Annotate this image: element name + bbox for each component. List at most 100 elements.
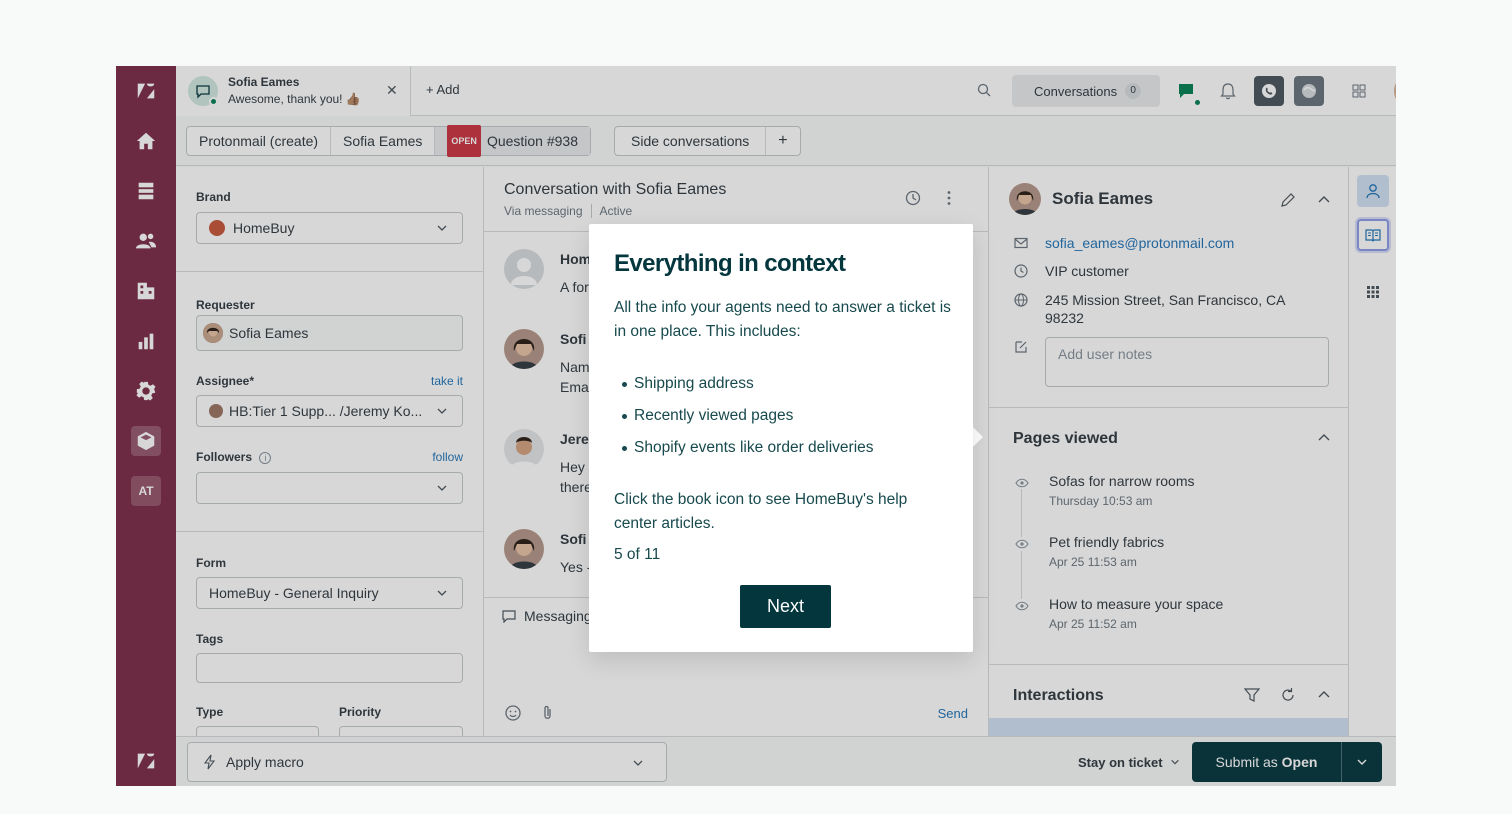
main-nav: AT (116, 66, 176, 786)
page-date: Apr 25 11:52 am (1049, 617, 1137, 631)
form-select[interactable]: HomeBuy - General Inquiry (196, 577, 463, 609)
submit-button[interactable]: Submit as Open (1192, 742, 1342, 782)
messaging-status-icon[interactable] (1171, 76, 1202, 107)
globe-icon (1014, 293, 1028, 307)
chevron-down-icon (437, 225, 447, 231)
close-tab-icon[interactable]: ✕ (386, 82, 398, 99)
stay-on-ticket-menu[interactable]: Stay on ticket (1078, 755, 1180, 770)
message-sender: Sofi (560, 331, 587, 347)
side-conversations-button[interactable]: Side conversations (615, 127, 765, 155)
brand-label: Brand (196, 190, 231, 204)
brand-select[interactable]: HomeBuy (196, 212, 463, 244)
page-viewed-item[interactable]: Pet friendly fabrics Apr 25 11:53 am (1049, 534, 1164, 569)
page-title: Pet friendly fabrics (1049, 534, 1165, 550)
notifications-bell-icon[interactable] (1213, 76, 1243, 106)
followers-select[interactable] (196, 472, 463, 504)
chevron-down-icon (437, 408, 447, 414)
assignee-label: Assignee* (196, 374, 255, 388)
page-viewed-item[interactable]: Sofas for narrow rooms Thursday 10:53 am (1049, 473, 1195, 508)
knowledge-book-icon[interactable] (1357, 219, 1389, 251)
more-options-icon[interactable] (940, 189, 958, 207)
apply-macro-select[interactable]: Apply macro (187, 742, 667, 782)
page-viewed-item[interactable]: How to measure your space Apr 25 11:52 a… (1049, 596, 1223, 631)
conversations-count: 0 (1125, 83, 1142, 99)
priority-label: Priority (339, 705, 382, 719)
message-text: Ema (560, 379, 589, 395)
add-tab-label: Add (436, 82, 460, 97)
interaction-item[interactable] (989, 718, 1348, 736)
conversation-meta: Via messaging Active (504, 204, 648, 218)
eye-icon (1015, 478, 1029, 488)
conversations-label: Conversations (1034, 83, 1118, 99)
organizations-icon[interactable] (131, 276, 161, 306)
reporting-icon[interactable] (131, 326, 161, 356)
customers-icon[interactable] (131, 226, 161, 256)
requester-value: Sofia Eames (229, 325, 309, 341)
guide-globe-icon[interactable] (1294, 76, 1324, 106)
page-title: Sofas for narrow rooms (1049, 473, 1195, 489)
take-it-link[interactable]: take it (431, 374, 463, 388)
message-text: Hey (560, 459, 585, 475)
email-icon (1014, 237, 1028, 249)
requester-field[interactable]: Sofia Eames (196, 315, 463, 351)
assignee-select[interactable]: HB:Tier 1 Supp... /Jeremy Ko... (196, 395, 463, 427)
attachment-icon[interactable] (538, 704, 556, 722)
type-label: Type (196, 705, 224, 719)
agent-message-avatar (504, 429, 544, 469)
conversations-button[interactable]: Conversations 0 (1012, 75, 1160, 107)
settings-gear-icon[interactable] (131, 376, 161, 406)
follow-link[interactable]: follow (432, 450, 463, 464)
breadcrumb: Protonmail (create) Sofia Eames OPEN Que… (186, 125, 592, 157)
brand-value: HomeBuy (233, 220, 295, 236)
crumb-protonmail[interactable]: Protonmail (create) (187, 127, 332, 155)
chevron-up-icon[interactable] (1315, 429, 1333, 447)
assignee-value: HB:Tier 1 Supp... /Jeremy Ko... (229, 403, 423, 419)
chevron-down-icon (1357, 759, 1367, 765)
status-badge: OPEN (447, 125, 481, 157)
apps-grid-icon[interactable] (1357, 276, 1389, 308)
zendesk-logo-icon[interactable] (131, 76, 161, 106)
assignee-avatar (209, 404, 223, 418)
views-icon[interactable] (131, 176, 161, 206)
apps-cube-icon[interactable] (131, 426, 161, 456)
chevron-up-icon[interactable] (1315, 686, 1333, 704)
online-status-dot (209, 97, 218, 106)
submit-options-button[interactable] (1342, 742, 1382, 782)
customer-context-icon[interactable] (1357, 175, 1389, 207)
page-title: How to measure your space (1049, 596, 1224, 612)
crumb-requester[interactable]: Sofia Eames (331, 127, 436, 155)
filter-icon[interactable] (1243, 686, 1261, 704)
history-icon[interactable] (904, 189, 922, 207)
message-sender: Jere (560, 431, 589, 447)
home-icon[interactable] (131, 126, 161, 156)
next-button[interactable]: Next (740, 585, 831, 628)
zendesk-footer-logo-icon[interactable] (131, 746, 161, 776)
lightning-bolt-icon (203, 754, 216, 770)
add-tab-button[interactable]: + Add (426, 82, 460, 97)
form-value: HomeBuy - General Inquiry (209, 585, 379, 601)
tags-input[interactable] (196, 653, 463, 683)
conversation-tab[interactable]: Sofia Eames Awesome, thank you! 👍🏽 ✕ (176, 66, 411, 116)
form-label: Form (196, 556, 226, 570)
chevron-up-icon[interactable] (1315, 191, 1333, 209)
crumb-ticket[interactable]: OPEN Question #938 (435, 125, 591, 157)
message-text: Nam (560, 359, 590, 375)
chevron-down-icon (1171, 759, 1179, 765)
compose-channel-selector[interactable]: Messaging (502, 608, 592, 624)
followers-label-text: Followers (196, 450, 253, 464)
submit-prefix: Submit as (1215, 754, 1278, 770)
refresh-icon[interactable] (1279, 686, 1297, 704)
bot-avatar (504, 249, 544, 289)
phone-icon[interactable] (1254, 76, 1284, 106)
product-grid-icon[interactable] (1344, 76, 1374, 106)
user-notes-input[interactable]: Add user notes (1045, 337, 1329, 387)
send-button[interactable]: Send (938, 706, 968, 721)
agent-avatar[interactable] (1394, 75, 1396, 107)
emoji-icon[interactable] (504, 704, 522, 722)
customer-email[interactable]: sofia_eames@protonmail.com (1045, 234, 1325, 252)
nav-at-app[interactable]: AT (131, 476, 161, 506)
message-text: A for (560, 279, 589, 295)
add-side-conversation-button[interactable]: + (765, 127, 799, 155)
search-icon[interactable] (976, 82, 992, 98)
edit-pencil-icon[interactable] (1279, 191, 1297, 209)
